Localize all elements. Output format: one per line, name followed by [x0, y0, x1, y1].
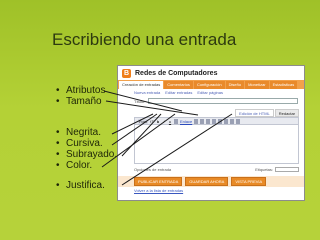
post-options-row: Opciones de entrada Etiquetas:: [134, 166, 299, 173]
sub-tabs: Nueva entrada Editar entradas Editar pág…: [118, 89, 304, 96]
bullet-negrita: Negrita.: [56, 127, 118, 138]
italic-button[interactable]: i: [162, 119, 166, 124]
justify-icon[interactable]: [218, 118, 222, 124]
blogger-logo-icon: B: [122, 68, 131, 78]
tab-creacion[interactable]: Creación de entradas: [119, 81, 164, 89]
post-options-link[interactable]: Opciones de entrada: [134, 166, 171, 173]
align-center-icon[interactable]: [206, 118, 210, 124]
blogger-screenshot: B Redes de Computadores Creación de entr…: [117, 65, 305, 201]
post-title-input[interactable]: [148, 98, 298, 104]
blog-header: B Redes de Computadores: [118, 66, 304, 80]
labels-field: Etiquetas:: [255, 166, 299, 173]
tab-estadisticas[interactable]: Estadísticas: [269, 81, 298, 89]
save-now-button[interactable]: GUARDAR AHORA: [185, 177, 229, 186]
post-body-editor[interactable]: [134, 125, 299, 164]
bullet-cursiva: Cursiva.: [56, 138, 118, 149]
bullet-justifica: Justifica.: [56, 180, 118, 191]
subtab-editar-entradas[interactable]: Editar entradas: [165, 89, 192, 96]
title-row: Título:: [118, 97, 304, 105]
subtab-editar-paginas[interactable]: Editar páginas: [197, 89, 223, 96]
numbered-list-icon[interactable]: [224, 118, 228, 124]
align-left-icon[interactable]: [200, 118, 204, 124]
bullet-atributos: Atributos: [56, 85, 118, 96]
bullet-subrayado: Subrayado.: [56, 149, 118, 160]
bullet-tamano: Tamaño: [56, 96, 118, 107]
text-color-icon[interactable]: [174, 118, 178, 124]
subtab-nueva-entrada[interactable]: Nueva entrada: [134, 89, 160, 96]
font-select[interactable]: Font: [138, 118, 148, 124]
image-icon[interactable]: [194, 118, 198, 124]
slide-title: Escribiendo una entrada: [52, 30, 237, 49]
tab-diseno[interactable]: Diseño: [225, 81, 245, 89]
bullet-list-icon[interactable]: [230, 118, 234, 124]
labels-label: Etiquetas:: [255, 167, 273, 172]
underline-button[interactable]: u: [168, 119, 172, 124]
bullet-list: Atributos Tamaño Negrita. Cursiva. Subra…: [56, 85, 118, 191]
tab-monetizar[interactable]: Monetizar: [245, 81, 269, 89]
title-label: Título:: [134, 98, 146, 104]
font-size-button[interactable]: tT: [150, 119, 154, 124]
blog-name: Redes de Computadores: [135, 69, 218, 77]
preview-button[interactable]: VISTA PREVIA: [231, 177, 267, 186]
bullet-color: Color.: [56, 160, 118, 171]
tab-edicion-html[interactable]: Edición de HTML: [235, 109, 274, 117]
tab-redactar[interactable]: Redactar: [274, 109, 299, 117]
labels-input[interactable]: [275, 167, 299, 172]
align-right-icon[interactable]: [212, 118, 216, 124]
link-button[interactable]: Enlace: [180, 119, 192, 124]
bold-button[interactable]: b: [156, 119, 160, 124]
publish-button[interactable]: PUBLICAR ENTRADA: [134, 177, 183, 186]
quote-icon[interactable]: [236, 118, 240, 124]
editor-mode-tabs: Edición de HTML Redactar: [118, 109, 304, 117]
format-toolbar: Font tT b i u Enlace: [134, 117, 299, 125]
back-to-posts-link[interactable]: Volver a la lista de entradas: [118, 188, 304, 193]
publish-bar: PUBLICAR ENTRADA GUARDAR AHORA VISTA PRE…: [118, 176, 304, 187]
main-tabs: Creación de entradas Comentarios Configu…: [118, 80, 304, 89]
tab-comentarios[interactable]: Comentarios: [164, 81, 193, 89]
tab-configuracion[interactable]: Configuración: [193, 81, 225, 89]
